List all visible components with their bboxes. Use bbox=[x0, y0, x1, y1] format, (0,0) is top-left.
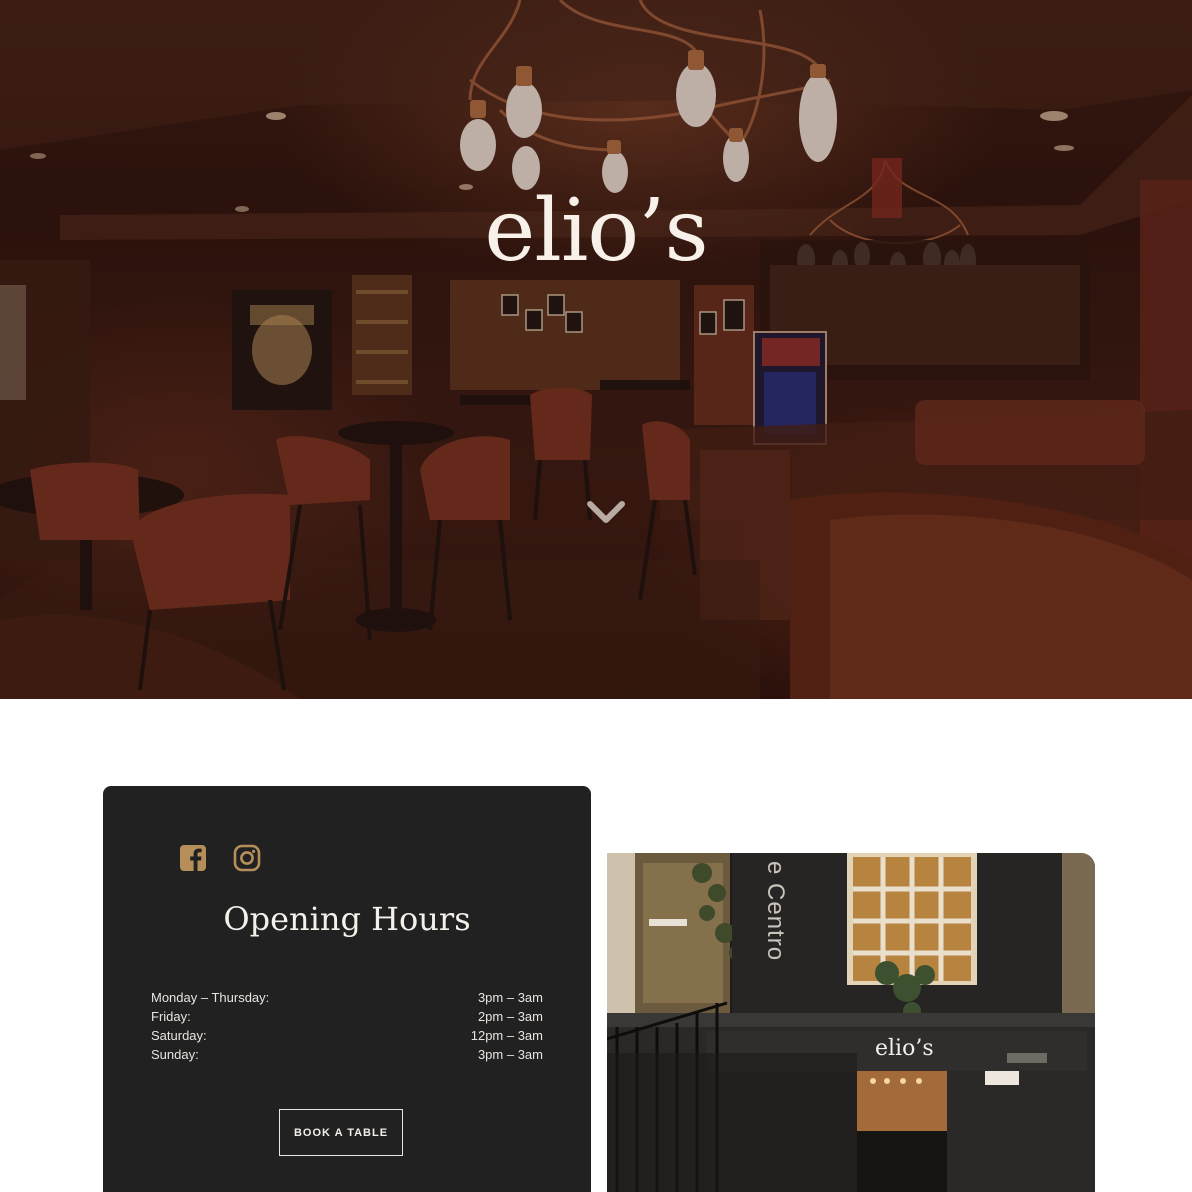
hours-row-mon-thu: Monday – Thursday: 3pm – 3am bbox=[151, 988, 543, 1007]
hours-row-saturday: Saturday: 12pm – 3am bbox=[151, 1026, 543, 1045]
storefront-vertical-text: e Centro bbox=[762, 861, 789, 962]
hours-row-friday: Friday: 2pm – 3am bbox=[151, 1007, 543, 1026]
storefront-sign: elio’s bbox=[875, 1036, 934, 1061]
hours-day: Monday – Thursday: bbox=[151, 990, 270, 1005]
hours-time: 3pm – 3am bbox=[477, 1047, 543, 1062]
scroll-down-button[interactable] bbox=[586, 496, 626, 530]
hours-time: 12pm – 3am bbox=[470, 1028, 543, 1043]
hours-time: 2pm – 3am bbox=[477, 1009, 543, 1024]
hours-day: Sunday: bbox=[151, 1047, 199, 1062]
opening-hours-title-text: Opening Hours bbox=[223, 900, 471, 938]
hours-day: Friday: bbox=[151, 1009, 191, 1024]
hours-day: Saturday: bbox=[151, 1028, 207, 1043]
facebook-icon bbox=[180, 845, 206, 871]
storefront-image: e Centro elio’s bbox=[607, 853, 1095, 1192]
hours-list: Monday – Thursday: 3pm – 3am Friday: 2pm… bbox=[151, 988, 543, 1064]
restaurant-interior-image bbox=[0, 0, 1192, 699]
chevron-down-icon bbox=[587, 501, 625, 523]
instagram-link[interactable] bbox=[231, 842, 263, 874]
hero-banner: elio’s bbox=[0, 0, 1192, 699]
opening-hours-card: Opening Hours Monday – Thursday: 3pm – 3… bbox=[103, 786, 591, 1192]
hours-time: 3pm – 3am bbox=[477, 990, 543, 1005]
site-logo[interactable]: elio’s bbox=[0, 188, 1192, 274]
instagram-icon bbox=[233, 844, 261, 872]
opening-hours-title: Opening Hours bbox=[103, 900, 591, 938]
book-a-table-button[interactable]: BOOK A TABLE bbox=[279, 1109, 403, 1156]
facebook-link[interactable] bbox=[177, 842, 209, 874]
storefront-photo bbox=[607, 853, 1095, 1192]
hours-row-sunday: Sunday: 3pm – 3am bbox=[151, 1045, 543, 1064]
